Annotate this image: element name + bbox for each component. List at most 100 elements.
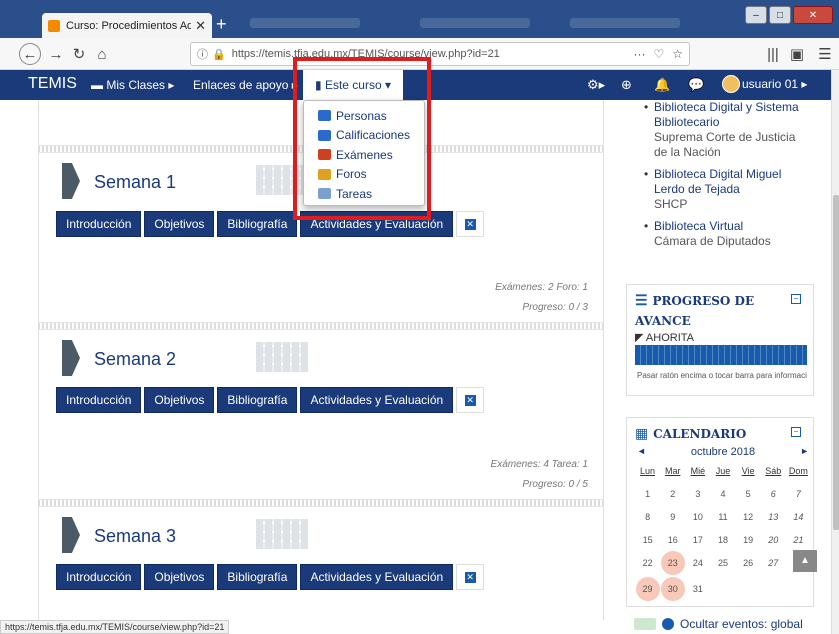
week-title[interactable]: Semana 2 [94,349,176,370]
add-circle-icon[interactable]: ⊕ [621,77,632,93]
notification-bell-icon[interactable]: 🔔 [654,77,670,93]
library-link[interactable]: Biblioteca Digital y Sistema Bibliotecar… [654,100,812,130]
back-to-top-button[interactable]: ▲ [793,550,817,572]
library-links-list: Biblioteca Digital y Sistema Bibliotecar… [630,100,812,256]
page-scrollbar[interactable] [831,70,839,634]
back-arrow-icon[interactable]: ← [19,43,41,65]
library-source: Cámara de Diputados [654,234,771,248]
calendar-day[interactable]: 16 [660,531,685,549]
calendar-day[interactable]: 19 [736,531,761,549]
activities-button[interactable]: Actividades y Evaluación [300,564,454,590]
calendar-day[interactable]: 26 [736,554,761,572]
calendar-day[interactable]: 4 [710,485,735,503]
next-month-icon[interactable]: ► [800,446,809,456]
prev-month-icon[interactable]: ◄ [637,446,646,456]
calendar-day[interactable]: 9 [660,508,685,526]
calendar-day[interactable]: 3 [685,485,710,503]
hide-events-row[interactable]: Ocultar eventos: global [634,617,803,631]
bibliography-button[interactable]: Bibliografía [217,211,298,237]
calendar-day[interactable]: 8 [635,508,660,526]
objectives-button[interactable]: Objetivos [144,564,215,590]
bookmark-star-icon[interactable]: ☆ [672,47,683,61]
blurred-tab[interactable] [570,18,680,28]
calendar-day[interactable]: 29 [635,577,660,601]
calendar-day[interactable]: 5 [736,485,761,503]
calendar-day[interactable]: 7 [786,485,811,503]
collapse-section-button[interactable]: ✕ [456,211,485,237]
tab-close-icon[interactable]: ✕ [195,18,206,34]
objectives-button[interactable]: Objetivos [144,387,215,413]
home-icon[interactable]: ⌂ [91,43,113,65]
collapse-block-icon[interactable]: − [791,427,801,437]
calendar-day[interactable]: 22 [635,554,660,572]
nav-mis-clases[interactable]: ▬ Mis Clases ▸ [91,78,174,92]
calendar-day[interactable]: 13 [761,508,786,526]
calendar-day[interactable]: 14 [786,508,811,526]
collapse-section-button[interactable]: ✕ [456,564,485,590]
menu-hamburger-icon[interactable]: ☰ [814,43,836,65]
calendar-day[interactable]: 23 [660,551,685,575]
user-menu[interactable]: usuario 01 ▸ [742,77,807,91]
library-link[interactable]: Biblioteca Virtual [654,219,812,234]
messages-icon[interactable]: 💬 [688,77,704,93]
minimize-icon[interactable]: – [745,6,767,24]
blurred-tab[interactable] [250,18,360,28]
calendar-month[interactable]: octubre 2018 [635,446,811,458]
calendar-day[interactable]: 25 [710,554,735,572]
calendar-day[interactable]: 27 [761,554,786,572]
url-bar[interactable]: ⓘ 🔒 https://temis.tfja.edu.mx/TEMIS/cour… [190,42,690,66]
library-link[interactable]: Biblioteca Digital Miguel Lerdo de Tejad… [654,167,812,197]
url-text[interactable]: https://temis.tfja.edu.mx/TEMIS/course/v… [232,48,634,60]
calendar-day[interactable]: 24 [685,554,710,572]
reload-icon[interactable]: ↻ [68,43,90,65]
bibliography-button[interactable]: Bibliografía [217,387,298,413]
calendar-day[interactable]: 20 [761,531,786,549]
library-icon[interactable]: ||| [762,43,784,65]
calendar-day[interactable]: 17 [685,531,710,549]
new-tab-icon[interactable]: + [216,14,227,34]
block-title: ☰ PROGRESO DE AVANCE [635,293,755,328]
calendar-day[interactable]: 18 [710,531,735,549]
site-brand[interactable]: TEMIS [28,75,77,93]
pocket-icon[interactable]: ♡ [653,47,664,61]
calendar-day[interactable]: 15 [635,531,660,549]
calendar-day[interactable]: 11 [710,508,735,526]
collapse-block-icon[interactable]: − [791,294,801,304]
list-icon: ☰ [635,293,653,309]
calendar-day[interactable]: 12 [736,508,761,526]
insecure-lock-icon[interactable]: 🔒 [212,48,226,61]
calendar-day[interactable]: 1 [635,485,660,503]
page-actions-icon[interactable]: ··· [633,47,645,61]
calendar-day[interactable]: 10 [685,508,710,526]
week-arrow-icon [62,163,80,199]
nav-enlaces-de-apoyo[interactable]: Enlaces de apoyo ▸ [193,78,298,92]
calendar-day[interactable]: 31 [685,580,710,598]
progress-hint: Pasar ratón encima o tocar barra para in… [637,371,807,380]
calendar-day[interactable]: 21 [786,531,811,549]
calendar-day[interactable]: 30 [660,577,685,601]
settings-gear-icon[interactable]: ⚙▸ [587,77,605,93]
close-window-icon[interactable]: ✕ [793,6,833,24]
intro-button[interactable]: Introducción [56,211,142,237]
week-title[interactable]: Semana 1 [94,172,176,193]
scroll-thumb[interactable] [833,195,839,530]
blurred-tab[interactable] [420,18,530,28]
forward-arrow-icon[interactable]: → [45,43,67,65]
browser-titlebar: Curso: Procedimientos Admin ✕ + – □ ✕ [0,0,839,38]
calendar-day[interactable]: 2 [660,485,685,503]
bibliography-button[interactable]: Bibliografía [217,564,298,590]
site-info-icon[interactable]: ⓘ [197,46,208,62]
objectives-button[interactable]: Objetivos [144,211,215,237]
hide-events-link[interactable]: Ocultar eventos: global [680,617,803,631]
progress-bar[interactable] [635,345,807,365]
maximize-icon[interactable]: □ [769,6,791,24]
sidebar-toggle-icon[interactable]: ▣ [786,43,808,65]
week-title[interactable]: Semana 3 [94,526,176,547]
intro-button[interactable]: Introducción [56,387,142,413]
calendar-day[interactable]: 6 [761,485,786,503]
browser-tab-active[interactable]: Curso: Procedimientos Admin ✕ [42,13,212,38]
intro-button[interactable]: Introducción [56,564,142,590]
avatar[interactable] [722,75,740,93]
collapse-section-button[interactable]: ✕ [456,387,485,413]
activities-button[interactable]: Actividades y Evaluación [300,387,454,413]
